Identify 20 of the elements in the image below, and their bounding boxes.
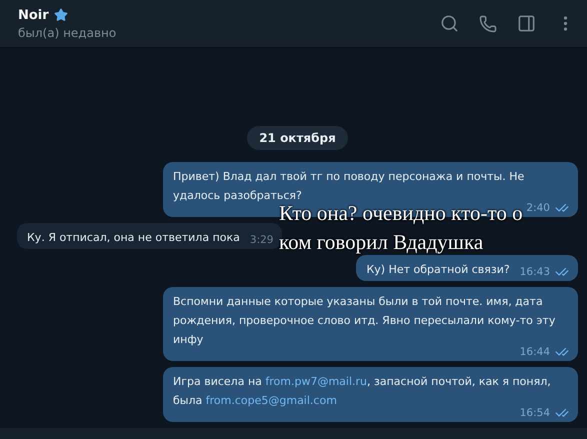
last-seen-status: был(а) недавно xyxy=(18,26,116,40)
caption-text: ком говорил Вдадушка xyxy=(279,229,484,256)
date-badge: 21 октября xyxy=(247,126,348,150)
contact-name: Noir xyxy=(18,8,49,22)
email-link[interactable]: from.cope5@gmail.com xyxy=(206,394,337,407)
message-text: Игра висела на from.pw7@mail.ru, запасной почтой, как я понял, была from.cope5@gmail.com xyxy=(173,374,552,408)
message-text: Привет) Влад дал твой тг по поводу персонажа и почты. Не удалось разобраться? xyxy=(173,169,526,204)
message-time: 2:40 xyxy=(526,200,550,216)
message-time: 16:44 xyxy=(520,344,550,360)
caption-text: Кто она? очевидно кто-то о xyxy=(279,201,523,227)
sidebar-toggle-icon[interactable] xyxy=(517,14,536,33)
message-time: 16:43 xyxy=(520,264,550,280)
search-icon[interactable] xyxy=(440,14,459,33)
message-text: Ку) Нет обратной связи? xyxy=(366,262,510,278)
message-text: Вспомни данные которые указаны были в той почте. имя, дата рождения, проверочное слово итд. Явно пересылали кому-то эту инфу xyxy=(173,294,556,347)
phone-icon[interactable] xyxy=(479,14,497,32)
message-time: 16:54 xyxy=(520,406,550,420)
message-time: 3:29 xyxy=(250,232,274,248)
email-link[interactable]: from.pw7@mail.ru xyxy=(265,375,368,388)
message-text: Ку. Я отписал, она не ответила пока xyxy=(27,230,240,246)
